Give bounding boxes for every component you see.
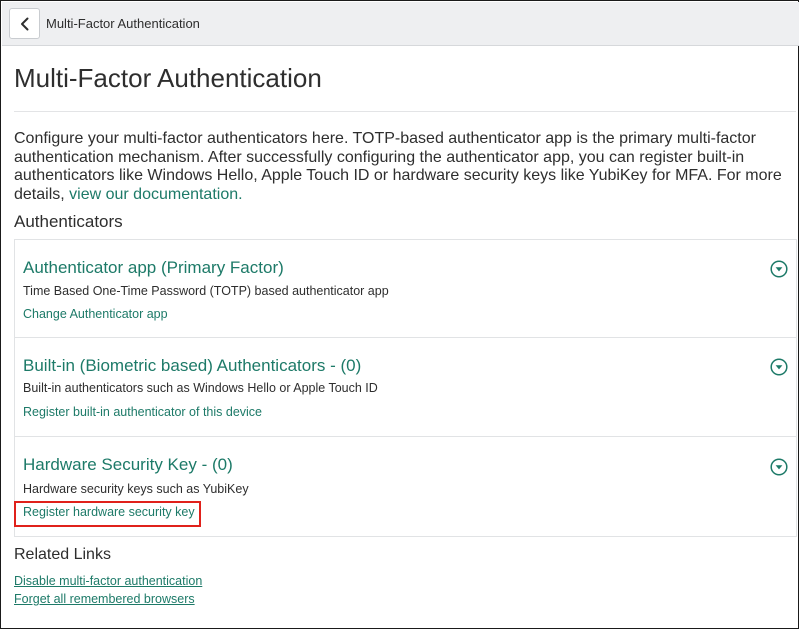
intro-paragraph: Configure your multi-factor authenticato… [14, 130, 789, 204]
authenticator-card-app: Authenticator app (Primary Factor) Time … [14, 239, 797, 338]
page-title: Multi-Factor Authentication [14, 63, 322, 93]
app-frame: Multi-Factor Authentication Multi-Factor… [0, 0, 799, 629]
card-title: Authenticator app (Primary Factor) [23, 258, 284, 277]
documentation-link[interactable]: view our documentation. [69, 186, 242, 203]
chevron-down-circle-icon[interactable] [770, 260, 788, 278]
register-builtin-authenticator-link[interactable]: Register built-in authenticator of this … [23, 405, 262, 419]
authenticator-card-builtin: Built-in (Biometric based) Authenticator… [14, 337, 797, 437]
highlight-box [14, 501, 201, 527]
divider [14, 111, 796, 112]
card-title: Hardware Security Key - (0) [23, 455, 233, 474]
forget-browsers-link[interactable]: Forget all remembered browsers [14, 592, 195, 606]
chevron-down-circle-icon[interactable] [770, 458, 788, 476]
chevron-down-circle-icon[interactable] [770, 358, 788, 376]
authenticators-heading: Authenticators [14, 212, 123, 231]
card-title: Built-in (Biometric based) Authenticator… [23, 356, 362, 375]
card-description: Time Based One-Time Password (TOTP) base… [23, 284, 389, 298]
change-authenticator-app-link[interactable]: Change Authenticator app [23, 307, 168, 321]
topbar-title: Multi-Factor Authentication [46, 16, 200, 31]
card-description: Built-in authenticators such as Windows … [23, 381, 378, 395]
top-bar: Multi-Factor Authentication [2, 2, 799, 46]
chevron-left-icon [20, 17, 28, 30]
disable-mfa-link[interactable]: Disable multi-factor authentication [14, 574, 202, 588]
card-description: Hardware security keys such as YubiKey [23, 482, 249, 496]
back-button[interactable] [9, 8, 40, 39]
related-links-heading: Related Links [14, 546, 111, 563]
